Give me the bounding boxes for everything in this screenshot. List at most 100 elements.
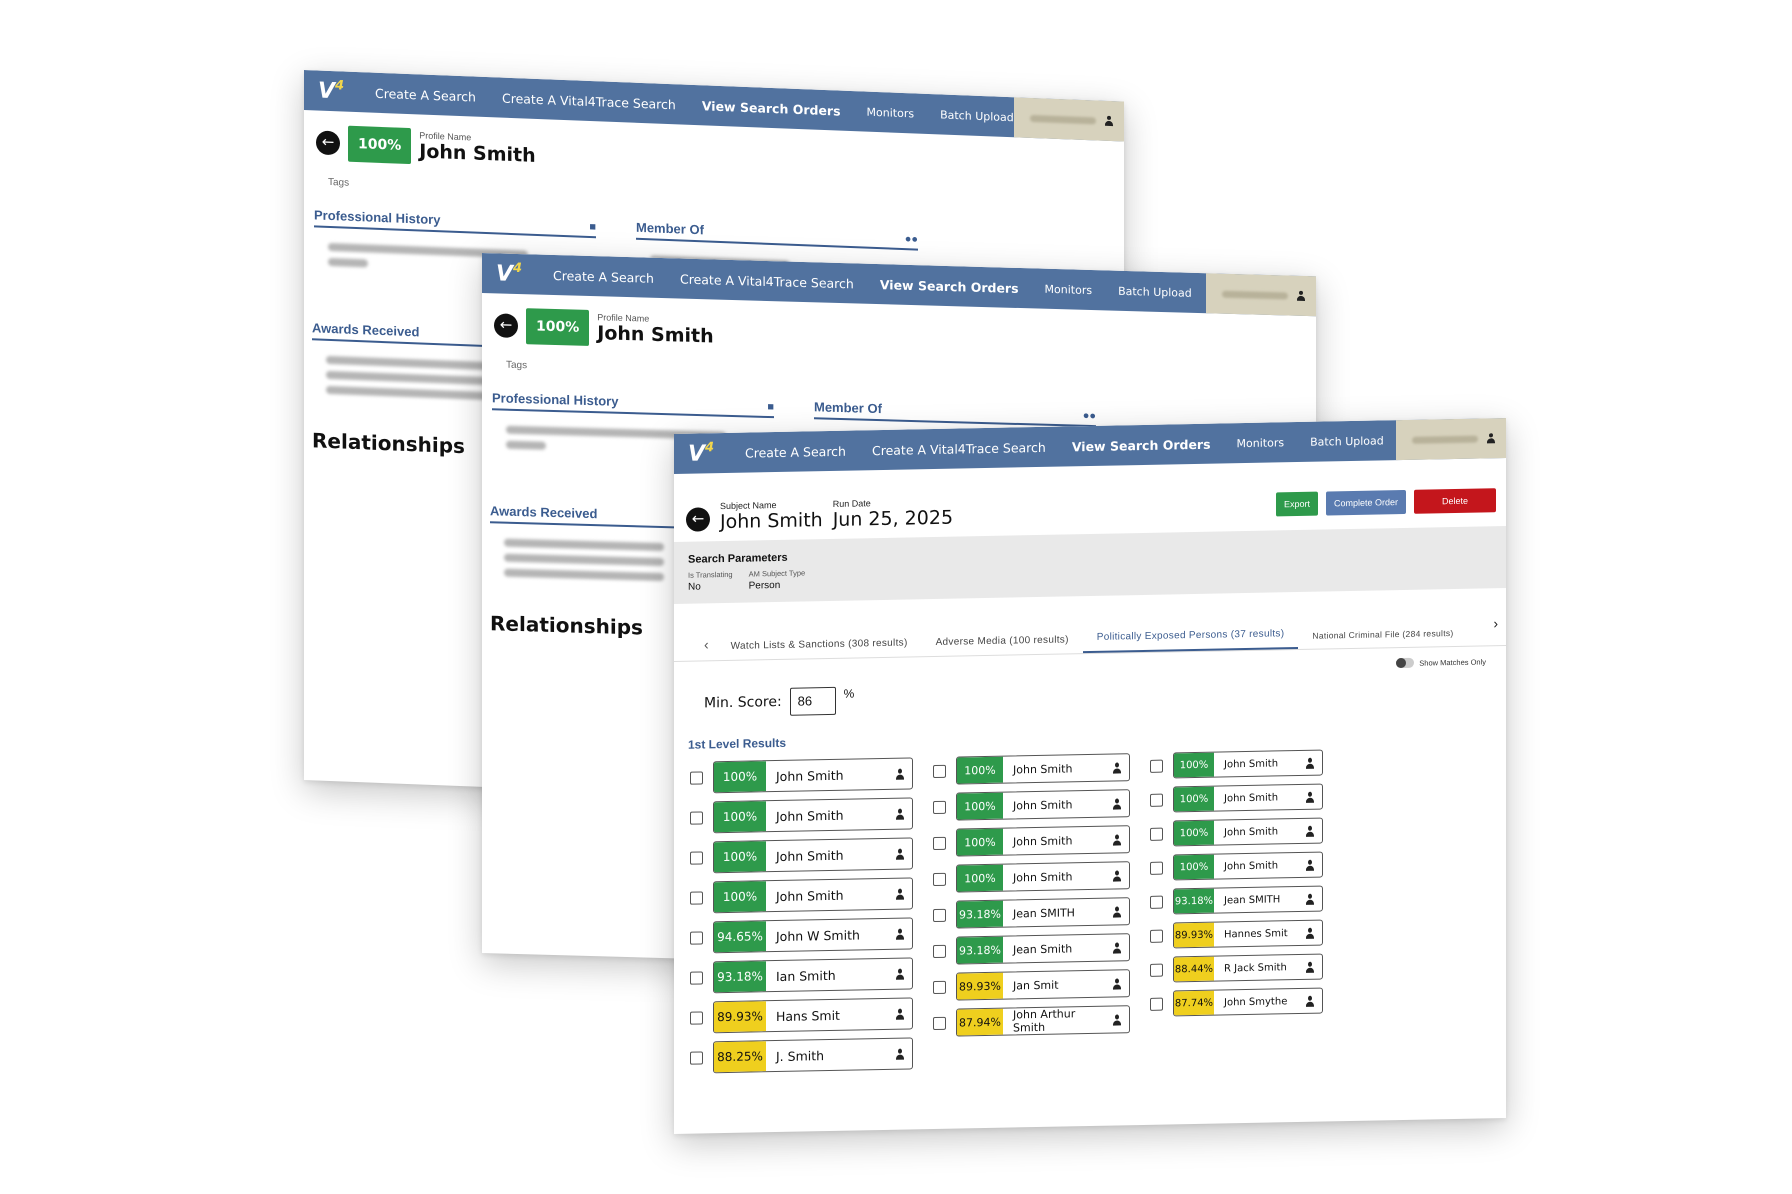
result-checkbox[interactable]: [690, 930, 703, 945]
result-card[interactable]: 100% John Smith: [713, 797, 913, 834]
person-icon: [895, 808, 905, 819]
result-checkbox[interactable]: [690, 1010, 703, 1025]
complete-order-button[interactable]: Complete Order: [1325, 489, 1406, 516]
back-arrow-icon[interactable]: ←: [686, 507, 710, 532]
nav-monitors[interactable]: Monitors: [1032, 282, 1106, 297]
result-checkbox[interactable]: [690, 810, 703, 825]
result-card[interactable]: 100% John Smith: [713, 877, 913, 914]
user-email-blurred: [1222, 290, 1288, 300]
delete-button[interactable]: Delete: [1413, 488, 1496, 514]
nav-view-orders[interactable]: View Search Orders: [867, 276, 1032, 296]
result-checkbox[interactable]: [1150, 963, 1163, 977]
result-checkbox[interactable]: [690, 890, 703, 905]
result-checkbox[interactable]: [1150, 861, 1163, 875]
back-arrow-icon[interactable]: ←: [494, 313, 518, 339]
result-checkbox[interactable]: [690, 770, 703, 785]
result-row: 100% John Smith: [933, 825, 1130, 857]
result-card[interactable]: 100% John Smith: [956, 861, 1130, 893]
nav-create-search[interactable]: Create A Search: [732, 443, 859, 460]
result-card[interactable]: 100% John Smith: [956, 789, 1130, 821]
nav-batch-upload[interactable]: Batch Upload: [1297, 434, 1397, 449]
nav-create-vital4trace[interactable]: Create A Vital4Trace Search: [667, 271, 867, 292]
nav-view-orders[interactable]: View Search Orders: [689, 97, 854, 118]
person-icon: [1112, 798, 1122, 809]
result-card[interactable]: 93.18% Jean Smith: [956, 933, 1130, 965]
professional-history-label: Professional History: [492, 390, 619, 409]
nav-create-vital4trace[interactable]: Create A Vital4Trace Search: [489, 90, 689, 113]
result-checkbox[interactable]: [1150, 895, 1163, 909]
result-card[interactable]: 100% John Smith: [1173, 817, 1323, 847]
result-checkbox[interactable]: [1150, 759, 1163, 773]
result-row: 100% John Smith: [690, 837, 913, 874]
min-score-input[interactable]: 86: [789, 686, 836, 716]
result-card[interactable]: 87.74% John Smythe: [1173, 987, 1323, 1017]
logo[interactable]: V4: [482, 260, 540, 288]
nav-monitors[interactable]: Monitors: [854, 105, 928, 121]
nav-batch-upload[interactable]: Batch Upload: [1105, 284, 1205, 300]
match-score: 100%: [957, 828, 1003, 856]
user-menu[interactable]: [1014, 97, 1124, 142]
result-checkbox[interactable]: [933, 980, 946, 994]
result-card[interactable]: 89.93% Hannes Smit: [1173, 919, 1323, 949]
nav-batch-upload[interactable]: Batch Upload: [927, 107, 1027, 124]
result-checkbox[interactable]: [1150, 997, 1163, 1011]
export-button[interactable]: Export: [1275, 491, 1318, 517]
result-checkbox[interactable]: [933, 872, 946, 886]
nav-monitors[interactable]: Monitors: [1224, 436, 1298, 450]
result-card[interactable]: 88.44% R Jack Smith: [1173, 953, 1323, 983]
tab-pep[interactable]: Politically Exposed Persons (37 results): [1082, 628, 1299, 654]
logo[interactable]: V4: [674, 440, 732, 467]
search-order-window: V4 Create A Search Create A Vital4Trace …: [674, 418, 1506, 1134]
result-card[interactable]: 87.94% John Arthur Smith: [956, 1005, 1130, 1037]
result-row: 93.18% Jean Smith: [933, 933, 1130, 965]
result-card[interactable]: 93.18% Ian Smith: [713, 957, 913, 994]
result-card[interactable]: 93.18% Jean SMITH: [1173, 885, 1323, 915]
chevron-right-icon[interactable]: ›: [1493, 615, 1498, 631]
result-card[interactable]: 94.65% John W Smith: [713, 917, 913, 954]
user-icon: [1104, 116, 1114, 126]
blurred-line: [504, 568, 664, 582]
result-row: 89.93% Jan Smit: [933, 969, 1130, 1001]
tab-watch-lists[interactable]: Watch Lists & Sanctions (308 results): [717, 637, 922, 660]
result-card[interactable]: 89.93% Jan Smit: [956, 969, 1130, 1001]
back-arrow-icon[interactable]: ←: [316, 130, 340, 156]
tab-adverse-media[interactable]: Adverse Media (100 results): [922, 634, 1083, 656]
show-matches-toggle[interactable]: [1396, 657, 1415, 669]
result-card[interactable]: 100% John Smith: [713, 837, 913, 874]
result-checkbox[interactable]: [933, 764, 946, 778]
result-checkbox[interactable]: [690, 850, 703, 865]
result-checkbox[interactable]: [1150, 929, 1163, 943]
logo[interactable]: V4: [304, 77, 362, 105]
result-checkbox[interactable]: [933, 944, 946, 958]
result-card[interactable]: 100% John Smith: [1173, 783, 1323, 813]
result-checkbox[interactable]: [690, 970, 703, 985]
result-checkbox[interactable]: [1150, 827, 1163, 841]
match-score: 94.65%: [714, 921, 766, 953]
result-checkbox[interactable]: [933, 836, 946, 850]
nav-create-search[interactable]: Create A Search: [362, 85, 489, 105]
result-card[interactable]: 88.25% J. Smith: [713, 1037, 913, 1074]
result-card[interactable]: 100% John Smith: [956, 753, 1130, 785]
nav-view-orders[interactable]: View Search Orders: [1059, 436, 1224, 454]
person-icon: [1305, 825, 1315, 836]
result-checkbox[interactable]: [690, 1050, 703, 1065]
chevron-left-icon[interactable]: ‹: [696, 636, 717, 660]
result-card[interactable]: 93.18% Jean SMITH: [956, 897, 1130, 929]
result-card[interactable]: 100% John Smith: [1173, 851, 1323, 881]
result-card[interactable]: 100% John Smith: [713, 757, 913, 794]
result-row: 100% John Smith: [1150, 783, 1323, 813]
person-icon-wrap: [888, 1038, 912, 1068]
result-name: R Jack Smith: [1224, 961, 1287, 974]
result-checkbox[interactable]: [933, 908, 946, 922]
tab-national-criminal[interactable]: National Criminal File (284 results): [1298, 628, 1467, 649]
result-card[interactable]: 100% John Smith: [1173, 749, 1323, 779]
result-checkbox[interactable]: [1150, 793, 1163, 807]
nav-create-search[interactable]: Create A Search: [540, 267, 667, 286]
result-checkbox[interactable]: [933, 800, 946, 814]
result-checkbox[interactable]: [933, 1016, 946, 1030]
result-card[interactable]: 100% John Smith: [956, 825, 1130, 857]
result-card[interactable]: 89.93% Hans Smit: [713, 997, 913, 1034]
user-menu[interactable]: [1206, 273, 1316, 317]
user-menu[interactable]: [1396, 418, 1506, 461]
nav-create-vital4trace[interactable]: Create A Vital4Trace Search: [859, 439, 1059, 458]
